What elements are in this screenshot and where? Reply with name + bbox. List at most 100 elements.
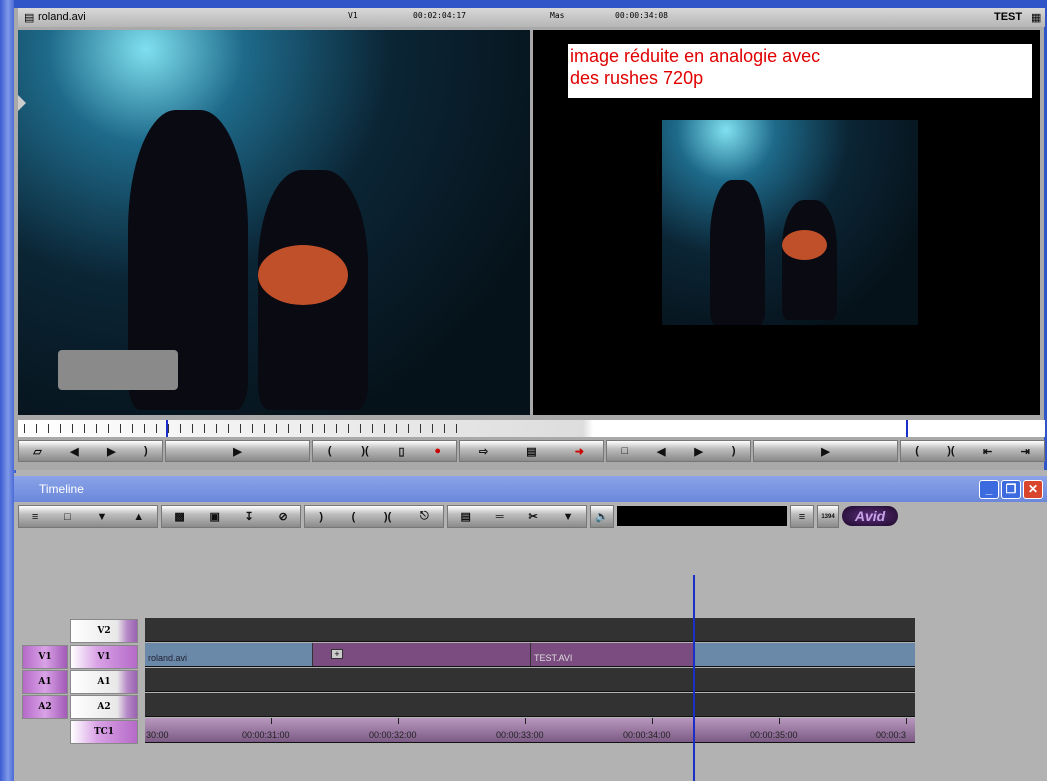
play-button[interactable]: ▶ (821, 445, 829, 458)
source-track-a1[interactable]: A1 (22, 670, 68, 694)
grid-icon[interactable]: ▦ (1031, 11, 1041, 24)
source-track-v1[interactable]: V1 (22, 645, 68, 669)
button-group: ▩ ▣ ↧ ⊘ (161, 505, 301, 528)
overlay-note-line1: image réduite en analogie avec (570, 46, 821, 66)
mark-out-button[interactable]: ) (732, 445, 736, 457)
source-track[interactable]: V1 (348, 11, 358, 20)
timecode-ruler[interactable]: 30:00 00:00:31:00 00:00:32:00 00:00:33:0… (145, 718, 915, 743)
timecode-label: 00:00:34:00 (623, 730, 671, 740)
button-group: ⇨ ▤ ➜ (459, 440, 604, 462)
cut-icon[interactable]: ✂ (529, 510, 538, 523)
monitor-button-bar: ▱ ◀ ▶) ▶ ( )( ▯ ● ⇨ ▤ ➜ □ ◀ ▶) ▶ ( )( ⇤ ⇥ (18, 440, 1045, 462)
firewire-label: 1394 (821, 513, 835, 520)
up-arrow-button[interactable]: ▲ (133, 511, 144, 523)
frame-marker (18, 95, 26, 111)
clear-marks-button[interactable]: )( (384, 511, 391, 523)
segment-icon[interactable]: ▤ (460, 510, 470, 523)
track-v2[interactable] (145, 618, 915, 642)
position-bar[interactable] (18, 420, 1045, 437)
clear-marks-button[interactable]: )( (947, 445, 954, 457)
mark-out-button[interactable]: ) (319, 511, 323, 523)
mark-in-button[interactable]: ( (915, 445, 919, 457)
mark-clip-button[interactable]: □ (621, 445, 628, 457)
track-button-tc1[interactable]: TC1 (70, 720, 138, 744)
speaker-icon[interactable]: 🔈 (595, 510, 609, 523)
clip-icon[interactable]: □ (64, 511, 71, 523)
tick (398, 718, 399, 724)
step-back-button[interactable]: ◀ (657, 445, 665, 458)
step-back-button[interactable]: ◀ (70, 445, 78, 458)
tick (906, 718, 907, 724)
mark-in-button[interactable]: ( (328, 445, 332, 457)
track-button-a2[interactable]: A2 (70, 695, 138, 719)
down-arrow-button[interactable]: ▼ (97, 511, 108, 523)
composer-info-bar: ▤ roland.avi V1 00:02:04:17 Mas 00:00:34… (18, 8, 1045, 27)
tape-icon[interactable]: ⎋ (420, 510, 429, 523)
go-to-in-button[interactable]: ⇤ (983, 445, 992, 458)
source-clip-name[interactable]: roland.avi (38, 11, 86, 23)
track-a2[interactable] (145, 693, 915, 717)
button-group: ▤ ═ ✂ ▼ (447, 505, 587, 528)
trim-icon[interactable]: ═ (496, 511, 504, 523)
go-to-out-button[interactable]: ⇥ (1021, 445, 1030, 458)
button-group: ≡ □ ▼ ▲ (18, 505, 158, 528)
step-forward-button[interactable]: ▶ (107, 445, 115, 458)
scaled-down-video (662, 120, 918, 325)
overwrite-button[interactable]: ➜ (575, 445, 584, 458)
list-icon[interactable]: ≡ (799, 511, 805, 523)
button-group: 🔈 (590, 505, 614, 528)
source-track-a2[interactable]: A2 (22, 695, 68, 719)
firewire-button[interactable]: 1394 (817, 505, 839, 528)
overlay-note-line2: des rushes 720p (570, 68, 704, 88)
tick (525, 718, 526, 724)
play-button[interactable]: ▶ (233, 445, 241, 458)
button-group: ≡ (790, 505, 814, 528)
track-v1[interactable]: roland.avi + TEST.AVI (145, 643, 915, 667)
record-button[interactable]: ● (434, 445, 441, 457)
playhead[interactable] (693, 575, 695, 781)
mark-in-button[interactable]: ( (352, 511, 356, 523)
minimize-button[interactable]: _ (979, 480, 999, 499)
guitarist-figure (782, 200, 837, 320)
equipment (58, 350, 178, 390)
disable-icon[interactable]: ⊘ (278, 510, 287, 523)
track-button-a1[interactable]: A1 (70, 670, 138, 694)
mark-clip-button[interactable]: ▱ (33, 445, 41, 458)
timeline-title-bar[interactable]: Timeline (14, 476, 1047, 502)
button-group: □ ◀ ▶) (606, 440, 751, 462)
track-button-v2[interactable]: V2 (70, 619, 138, 643)
record-mode[interactable]: Mas (550, 11, 564, 20)
lift-button[interactable]: ↧ (245, 510, 254, 523)
track-button-v1[interactable]: V1 (70, 645, 138, 669)
effect-icon[interactable]: ▩ (174, 510, 184, 523)
record-timecode[interactable]: 00:00:34:08 (615, 11, 668, 20)
guitar (782, 230, 827, 260)
window-top-border (14, 0, 1047, 8)
restore-button[interactable]: ❐ (1001, 480, 1021, 499)
step-forward-button[interactable]: ▶ (694, 445, 702, 458)
settings-icon[interactable]: ≡ (32, 511, 38, 523)
extract-button[interactable]: ▣ (209, 510, 219, 523)
record-position-indicator[interactable] (906, 420, 908, 437)
clear-marks-button[interactable]: )( (361, 445, 368, 457)
splice-in-button[interactable]: ⇨ (479, 445, 488, 458)
sequence-name[interactable]: TEST (994, 11, 1022, 23)
film-icon: ▤ (24, 12, 35, 24)
tick (652, 718, 653, 724)
source-monitor-video[interactable] (18, 30, 530, 415)
source-timecode[interactable]: 00:02:04:17 (413, 11, 466, 20)
clip-roland[interactable]: roland.avi (145, 643, 312, 666)
effect-icon: + (331, 649, 343, 659)
close-button[interactable]: ✕ (1023, 480, 1043, 499)
tick (779, 718, 780, 724)
source-position-indicator[interactable] (166, 420, 168, 437)
audio-meter (617, 506, 787, 526)
lift-button[interactable]: ▤ (526, 445, 536, 458)
timeline-toolbar: ≡ □ ▼ ▲ ▩ ▣ ↧ ⊘ )()(⎋ ▤ ═ ✂ ▼ 🔈 ≡ 1394 Avid (18, 505, 1045, 528)
mark-out-button[interactable]: ) (144, 445, 148, 457)
clip-test[interactable]: TEST.AVI (530, 643, 694, 666)
clip-effect[interactable]: + (312, 643, 530, 666)
match-frame-button[interactable]: ▯ (399, 445, 405, 458)
filter-icon[interactable]: ▼ (563, 511, 574, 523)
track-a1[interactable] (145, 668, 915, 692)
